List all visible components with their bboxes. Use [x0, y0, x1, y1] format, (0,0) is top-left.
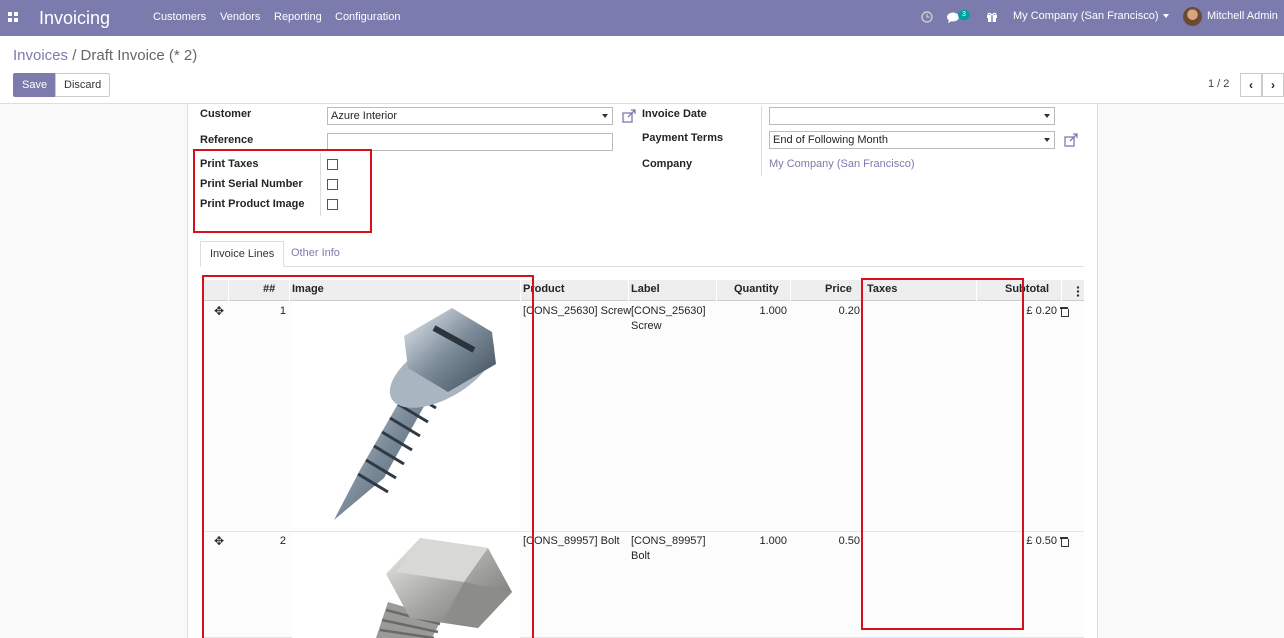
- table-row[interactable]: ✥ 1 [CONS_25630] Screw [CONS_25630] Scre…: [203, 302, 1084, 532]
- cell-quantity[interactable]: 1.000: [723, 534, 787, 549]
- drag-handle-move-icon[interactable]: ✥: [214, 534, 224, 548]
- apps-menu-icon[interactable]: [8, 12, 18, 22]
- chevron-down-icon: [1162, 14, 1169, 19]
- product-image-bolt: [292, 532, 520, 638]
- invoice-lines-header: ## Image Product Label Quantity Price Ta…: [203, 280, 1084, 301]
- cell-product[interactable]: [CONS_25630] Screw: [523, 304, 631, 319]
- cell-product[interactable]: [CONS_89957] Bolt: [523, 534, 620, 549]
- cell-label-line1[interactable]: [CONS_89957]: [631, 534, 706, 549]
- reference-input[interactable]: [327, 133, 613, 151]
- delete-line-trash-icon[interactable]: [1060, 537, 1069, 547]
- breadcrumb-invoices-link[interactable]: Invoices: [13, 47, 68, 64]
- tab-invoice-lines[interactable]: Invoice Lines: [200, 241, 285, 267]
- payment-terms-select[interactable]: End of Following Month: [769, 131, 1055, 149]
- print-product-image-label: Print Product Image: [200, 198, 305, 210]
- payment-terms-value: End of Following Month: [773, 134, 888, 146]
- menu-configuration[interactable]: Configuration: [335, 11, 400, 23]
- cell-label-line1[interactable]: [CONS_25630]: [631, 304, 706, 319]
- payment-terms-label: Payment Terms: [642, 132, 724, 144]
- cell-quantity[interactable]: 1.000: [723, 304, 787, 319]
- company-switcher[interactable]: My Company (San Francisco): [1013, 10, 1169, 22]
- pager-value[interactable]: 1 / 2: [1208, 78, 1229, 90]
- print-product-image-checkbox[interactable]: [327, 199, 338, 210]
- customer-label: Customer: [200, 108, 252, 120]
- company-link[interactable]: My Company (San Francisco): [769, 158, 915, 170]
- customer-select[interactable]: Azure Interior: [327, 107, 613, 125]
- delete-line-trash-icon[interactable]: [1060, 307, 1069, 317]
- control-panel: Invoices / Draft Invoice (* 2) Save Disc…: [0, 36, 1284, 104]
- menu-customers[interactable]: Customers: [153, 11, 206, 23]
- cell-price[interactable]: 0.20: [803, 304, 860, 319]
- breadcrumb: Invoices / Draft Invoice (* 2): [13, 47, 197, 64]
- column-header-image[interactable]: Image: [292, 283, 324, 295]
- column-header-price[interactable]: Price: [825, 283, 852, 295]
- cell-sequence: 1: [279, 305, 286, 317]
- company-switcher-label: My Company (San Francisco): [1013, 10, 1159, 22]
- invoice-date-select[interactable]: [769, 107, 1055, 125]
- pager-next-chevron-right-icon[interactable]: ›: [1262, 73, 1284, 97]
- table-row[interactable]: ✥ 2 [CONS_89957] Bolt [CONS_89957] Bolt …: [203, 532, 1084, 638]
- user-avatar[interactable]: [1183, 7, 1202, 26]
- print-taxes-checkbox[interactable]: [327, 159, 338, 170]
- reference-label: Reference: [200, 134, 254, 146]
- pager-previous-chevron-left-icon[interactable]: ‹: [1240, 73, 1262, 97]
- discard-button[interactable]: Discard: [55, 73, 111, 97]
- product-image-screw: [292, 302, 520, 528]
- external-link-icon[interactable]: [622, 109, 636, 123]
- customer-value: Azure Interior: [331, 110, 398, 122]
- label-divider: [320, 153, 321, 216]
- breadcrumb-current: Draft Invoice (* 2): [80, 47, 198, 64]
- label-divider: [761, 106, 762, 176]
- invoice-date-label: Invoice Date: [642, 108, 707, 120]
- column-header-quantity[interactable]: Quantity: [734, 283, 779, 295]
- cell-label-line2[interactable]: Screw: [631, 319, 662, 334]
- print-serial-number-checkbox[interactable]: [327, 179, 338, 190]
- gift-icon[interactable]: [986, 11, 998, 23]
- column-header-subtotal[interactable]: Subtotal: [1005, 283, 1049, 295]
- print-serial-number-label: Print Serial Number: [200, 178, 303, 190]
- activity-clock-icon[interactable]: [921, 11, 933, 23]
- column-header-label[interactable]: Label: [631, 283, 660, 295]
- column-header-taxes[interactable]: Taxes: [867, 283, 897, 295]
- column-header-sequence[interactable]: ##: [263, 283, 275, 295]
- cell-price[interactable]: 0.50: [803, 534, 860, 549]
- company-label: Company: [642, 158, 693, 170]
- tab-other-info[interactable]: Other Info: [282, 241, 349, 267]
- breadcrumb-separator: /: [72, 47, 77, 64]
- optional-columns-kebab-icon[interactable]: [1076, 286, 1080, 297]
- cell-label-line2[interactable]: Bolt: [631, 549, 650, 564]
- top-navbar: Invoicing Customers Vendors Reporting Co…: [0, 0, 1284, 36]
- cell-subtotal: £ 0.50: [1026, 535, 1057, 547]
- column-header-product[interactable]: Product: [523, 283, 565, 295]
- chevron-down-icon: [602, 114, 608, 118]
- chevron-down-icon: [1044, 114, 1050, 118]
- save-button[interactable]: Save: [13, 73, 57, 97]
- app-title[interactable]: Invoicing: [39, 8, 110, 29]
- messages-count-badge: 3: [958, 10, 970, 20]
- cell-sequence: 2: [279, 535, 286, 547]
- menu-reporting[interactable]: Reporting: [274, 11, 322, 23]
- menu-vendors[interactable]: Vendors: [220, 11, 260, 23]
- user-menu-name[interactable]: Mitchell Admin: [1207, 10, 1278, 22]
- cell-subtotal: £ 0.20: [1026, 305, 1057, 317]
- print-taxes-label: Print Taxes: [200, 158, 259, 170]
- drag-handle-move-icon[interactable]: ✥: [214, 304, 224, 318]
- chevron-down-icon: [1044, 138, 1050, 142]
- external-link-icon[interactable]: [1064, 133, 1078, 147]
